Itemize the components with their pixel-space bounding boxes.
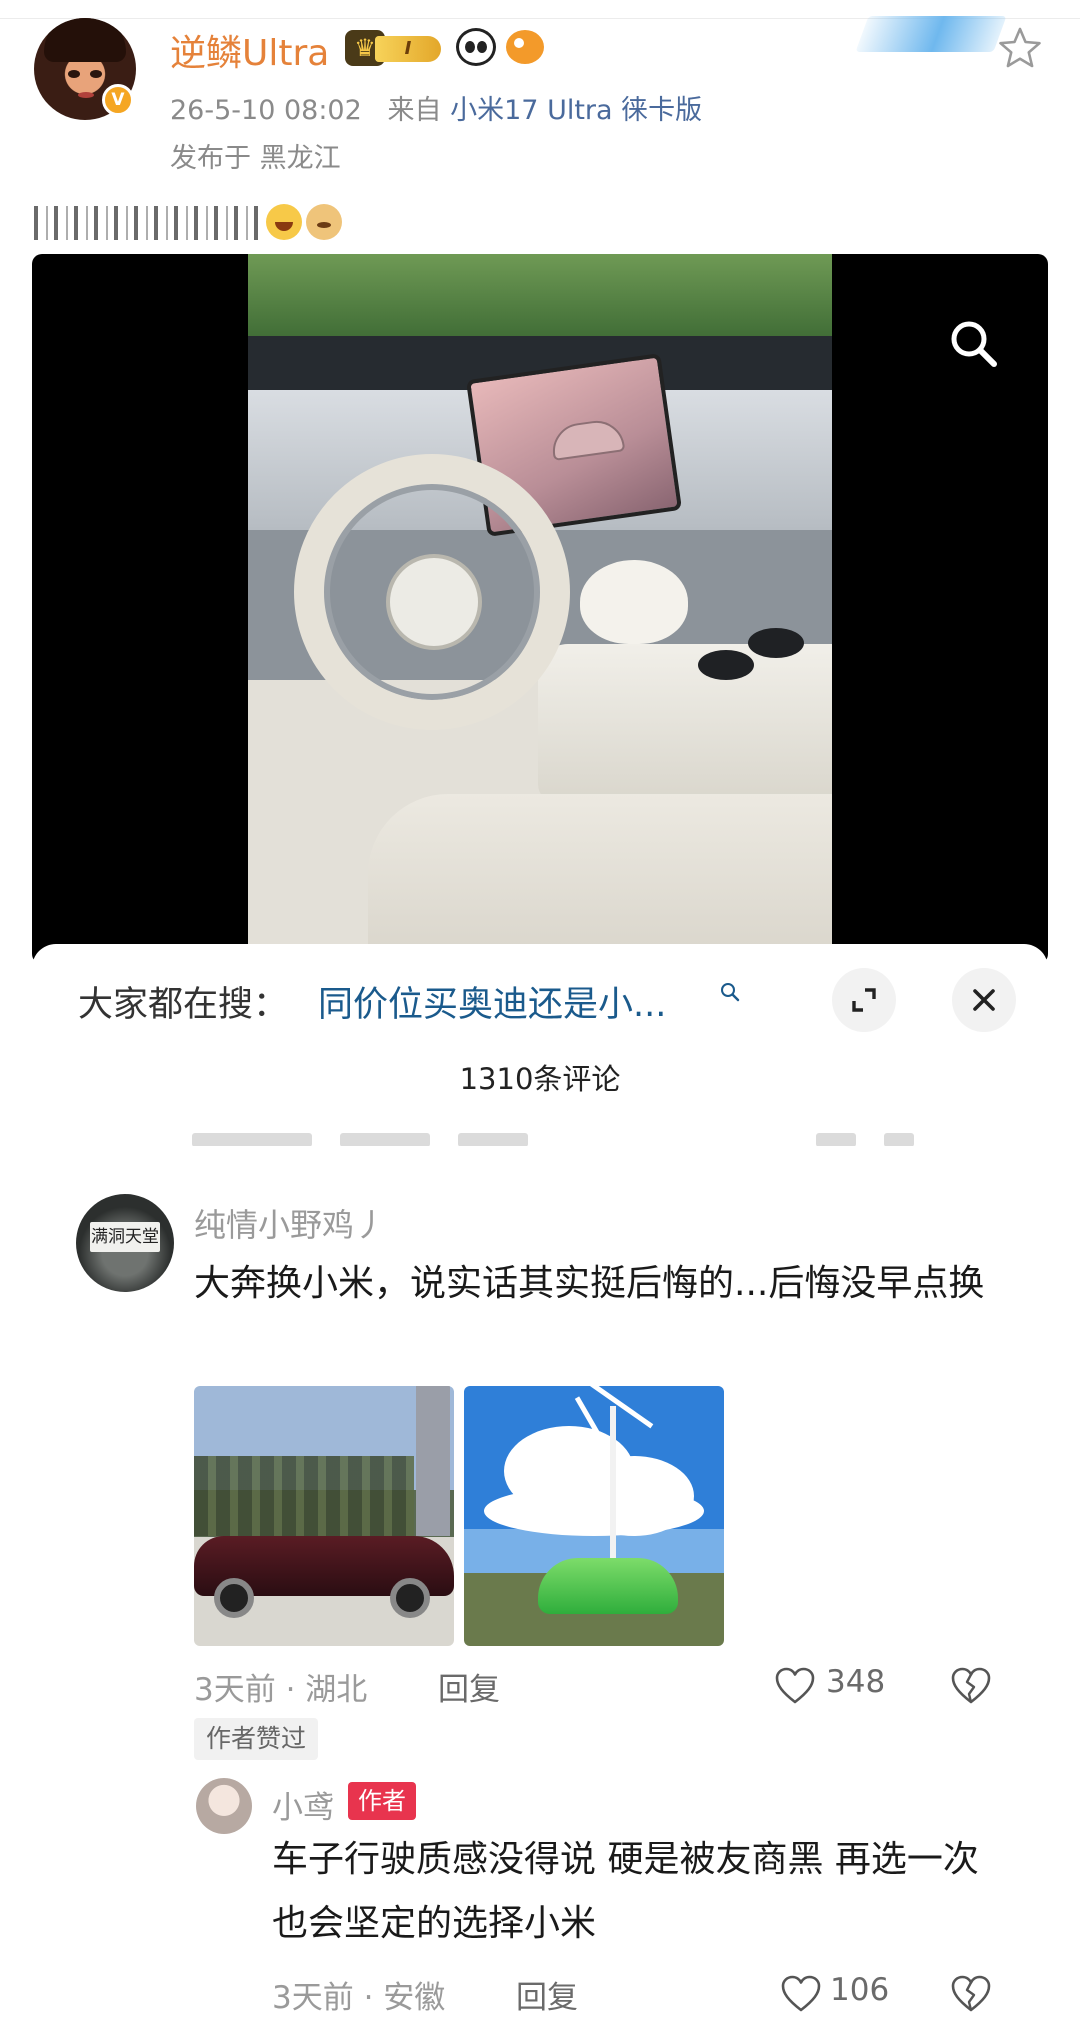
comment-text: 大奔换小米，说实话其实挺后悔的...后悔没早点换 xyxy=(194,1263,985,1304)
comment-image-green-car[interactable] xyxy=(464,1386,724,1646)
laughing-emoji-icon xyxy=(266,204,302,240)
star-icon[interactable] xyxy=(996,24,1044,72)
expand-icon xyxy=(852,988,876,1012)
verified-badge-icon: V xyxy=(102,84,134,116)
panda-badge-icon xyxy=(456,28,496,66)
commenter-avatar[interactable]: 满洞天堂 xyxy=(76,1194,174,1292)
reply-text: 车子行驶质感没得说 硬是被友商黑 再选一次也会坚定的选择小米 xyxy=(272,1839,979,1944)
broken-heart-icon[interactable] xyxy=(950,1974,992,2014)
reply-author-avatar[interactable] xyxy=(196,1778,252,1834)
car-interior-image xyxy=(248,254,832,964)
blurred-text xyxy=(34,206,264,240)
post-source[interactable]: 小米17 Ultra 徕卡版 xyxy=(450,95,702,126)
broken-heart-icon[interactable] xyxy=(950,1666,992,1706)
doge-emoji-icon xyxy=(306,204,342,240)
weibo-post-page: V 逆鳞Ultra ♛ I 26-5-10 08:02 来自 小米17 Ultr… xyxy=(0,0,1080,2022)
search-icon[interactable] xyxy=(944,314,1004,374)
trending-search-link[interactable]: 同价位买奥迪还是小... xyxy=(318,976,666,1027)
rank-level: I xyxy=(375,36,441,62)
comment-image-sedan[interactable] xyxy=(194,1386,454,1646)
trending-search-label: 大家都在搜： xyxy=(78,985,289,1025)
avatar-sign-text: 满洞天堂 xyxy=(90,1222,160,1252)
rank-badge: ♛ I xyxy=(345,30,447,66)
decoration-banner xyxy=(855,16,1007,52)
reply-like-count: 106 xyxy=(830,1972,890,2008)
reply-time-location: 3天前 · 安徽 xyxy=(272,1980,446,2016)
fish-badge-icon xyxy=(506,30,544,64)
expand-button[interactable] xyxy=(832,968,896,1032)
author-username[interactable]: 逆鳞Ultra xyxy=(170,24,329,76)
comment-count: 1310条评论 xyxy=(459,1062,621,1096)
post-meta: 26-5-10 08:02 来自 小米17 Ultra 徕卡版 xyxy=(170,88,702,127)
commenter-name[interactable]: 纯情小野鸡丿 xyxy=(194,1200,386,1246)
heart-icon[interactable] xyxy=(780,1974,822,2014)
comment-time-location: 3天前 · 湖北 xyxy=(194,1672,368,1708)
clipped-previous-comment xyxy=(192,1132,1022,1146)
post-video[interactable] xyxy=(32,254,1048,964)
author-liked-badge: 作者赞过 xyxy=(194,1718,319,1760)
reply-author-name[interactable]: 小鸢 xyxy=(272,1782,334,1827)
post-location: 发布于 黑龙江 xyxy=(170,143,341,174)
reply-reply-button[interactable]: 回复 xyxy=(516,1972,578,2017)
author-tag-badge: 作者 xyxy=(348,1782,416,1820)
search-icon xyxy=(721,983,740,1002)
close-icon xyxy=(973,989,995,1011)
heart-icon[interactable] xyxy=(774,1666,816,1706)
comment-sheet: 大家都在搜： 同价位买奥迪还是小... 1310条评论 满洞天堂 纯情小野鸡丿 xyxy=(32,944,1048,2022)
reply-button[interactable]: 回复 xyxy=(438,1664,500,1709)
like-count: 348 xyxy=(826,1664,886,1700)
post-datetime: 26-5-10 08:02 xyxy=(170,95,362,126)
source-prefix: 来自 xyxy=(387,95,442,126)
close-button[interactable] xyxy=(952,968,1016,1032)
